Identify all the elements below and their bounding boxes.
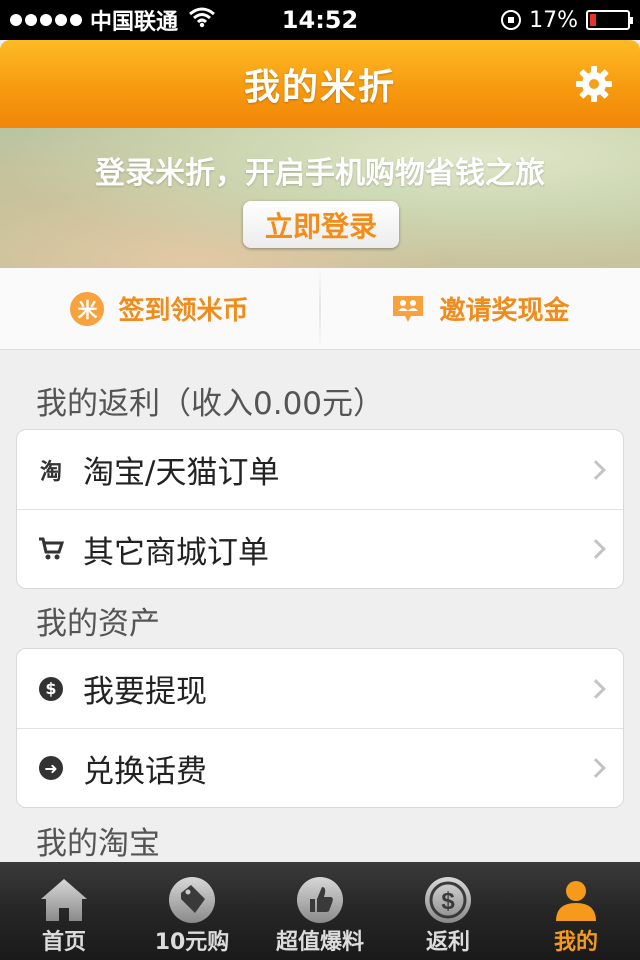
chevron-right-icon (586, 539, 606, 559)
tab-rebate[interactable]: $ 返利 (384, 862, 512, 960)
dollar-icon: $ (37, 675, 65, 703)
person-icon (548, 872, 604, 928)
section-title-rebates: 我的返利（收入0.00元） (36, 386, 385, 422)
status-bar: 中国联通 14:52 17% (0, 0, 640, 40)
quick-actions: 米 签到领米币 邀请奖现金 (0, 268, 640, 350)
section-title-assets: 我的资产 (36, 606, 160, 642)
list-item-label: 淘宝/天猫订单 (83, 455, 280, 491)
list-item-label: 其它商城订单 (83, 534, 269, 571)
wifi-icon (188, 6, 216, 34)
list-item-label: 我要提现 (83, 674, 207, 710)
list-item-label: 兑换话费 (83, 753, 207, 790)
chevron-right-icon (586, 459, 606, 480)
list-item-exchange-phone-credit[interactable]: ➜ 兑换话费 (17, 728, 623, 807)
nav-header: 我的米折 (0, 40, 640, 128)
tab-mine[interactable]: 我的 (512, 862, 640, 960)
svg-text:$: $ (441, 888, 455, 915)
login-banner: 登录米折，开启手机购物省钱之旅 立即登录 (0, 128, 640, 268)
assets-card: $ 我要提现 ➜ 兑换话费 (16, 648, 624, 808)
thumbs-up-icon (292, 872, 348, 928)
tab-label: 超值爆料 (275, 930, 364, 955)
page-title: 我的米折 (243, 67, 396, 108)
tab-label: 返利 (425, 930, 470, 955)
tab-label: 首页 (41, 930, 86, 955)
carrier-name: 中国联通 (90, 10, 179, 35)
gear-icon[interactable] (574, 64, 614, 104)
list-item-other-orders[interactable]: 其它商城订单 (17, 509, 623, 588)
checkin-button[interactable]: 米 签到领米币 (0, 268, 319, 349)
invite-label: 邀请奖现金 (439, 296, 570, 326)
taobao-icon: 淘 (39, 459, 62, 485)
tab-label: 10元购 (154, 930, 230, 955)
login-button[interactable]: 立即登录 (243, 201, 399, 248)
home-icon (36, 872, 92, 928)
login-prompt-text: 登录米折，开启手机购物省钱之旅 (95, 156, 545, 191)
tab-bar: 首页 10元购 超值爆料 $ 返利 我的 (0, 862, 640, 960)
battery-fill (590, 14, 597, 26)
battery-percent: 17% (529, 7, 578, 33)
invite-button[interactable]: 邀请奖现金 (321, 268, 640, 349)
list-item-taobao-orders[interactable]: 淘 淘宝/天猫订单 (17, 430, 623, 509)
chevron-right-icon (586, 678, 606, 699)
invite-icon (391, 294, 425, 324)
tab-deals[interactable]: 超值爆料 (256, 862, 384, 960)
rebates-card: 淘 淘宝/天猫订单 其它商城订单 (16, 429, 624, 589)
battery-icon (586, 10, 633, 30)
signal-strength-icon (10, 14, 82, 26)
arrow-right-icon: ➜ (37, 754, 65, 782)
price-tag-icon (164, 872, 220, 928)
tab-label: 我的 (553, 930, 598, 955)
chevron-right-icon (586, 758, 606, 778)
tab-home[interactable]: 首页 (0, 862, 128, 960)
mi-coin-icon: 米 (70, 291, 105, 326)
dollar-coin-icon: $ (420, 872, 476, 928)
section-title-my-taobao: 我的淘宝 (36, 826, 160, 862)
tab-ten-yuan[interactable]: 10元购 (128, 862, 256, 960)
cart-icon (37, 535, 65, 563)
rotation-lock-icon (501, 10, 522, 30)
checkin-label: 签到领米币 (118, 296, 249, 326)
list-item-withdraw[interactable]: $ 我要提现 (17, 649, 623, 728)
